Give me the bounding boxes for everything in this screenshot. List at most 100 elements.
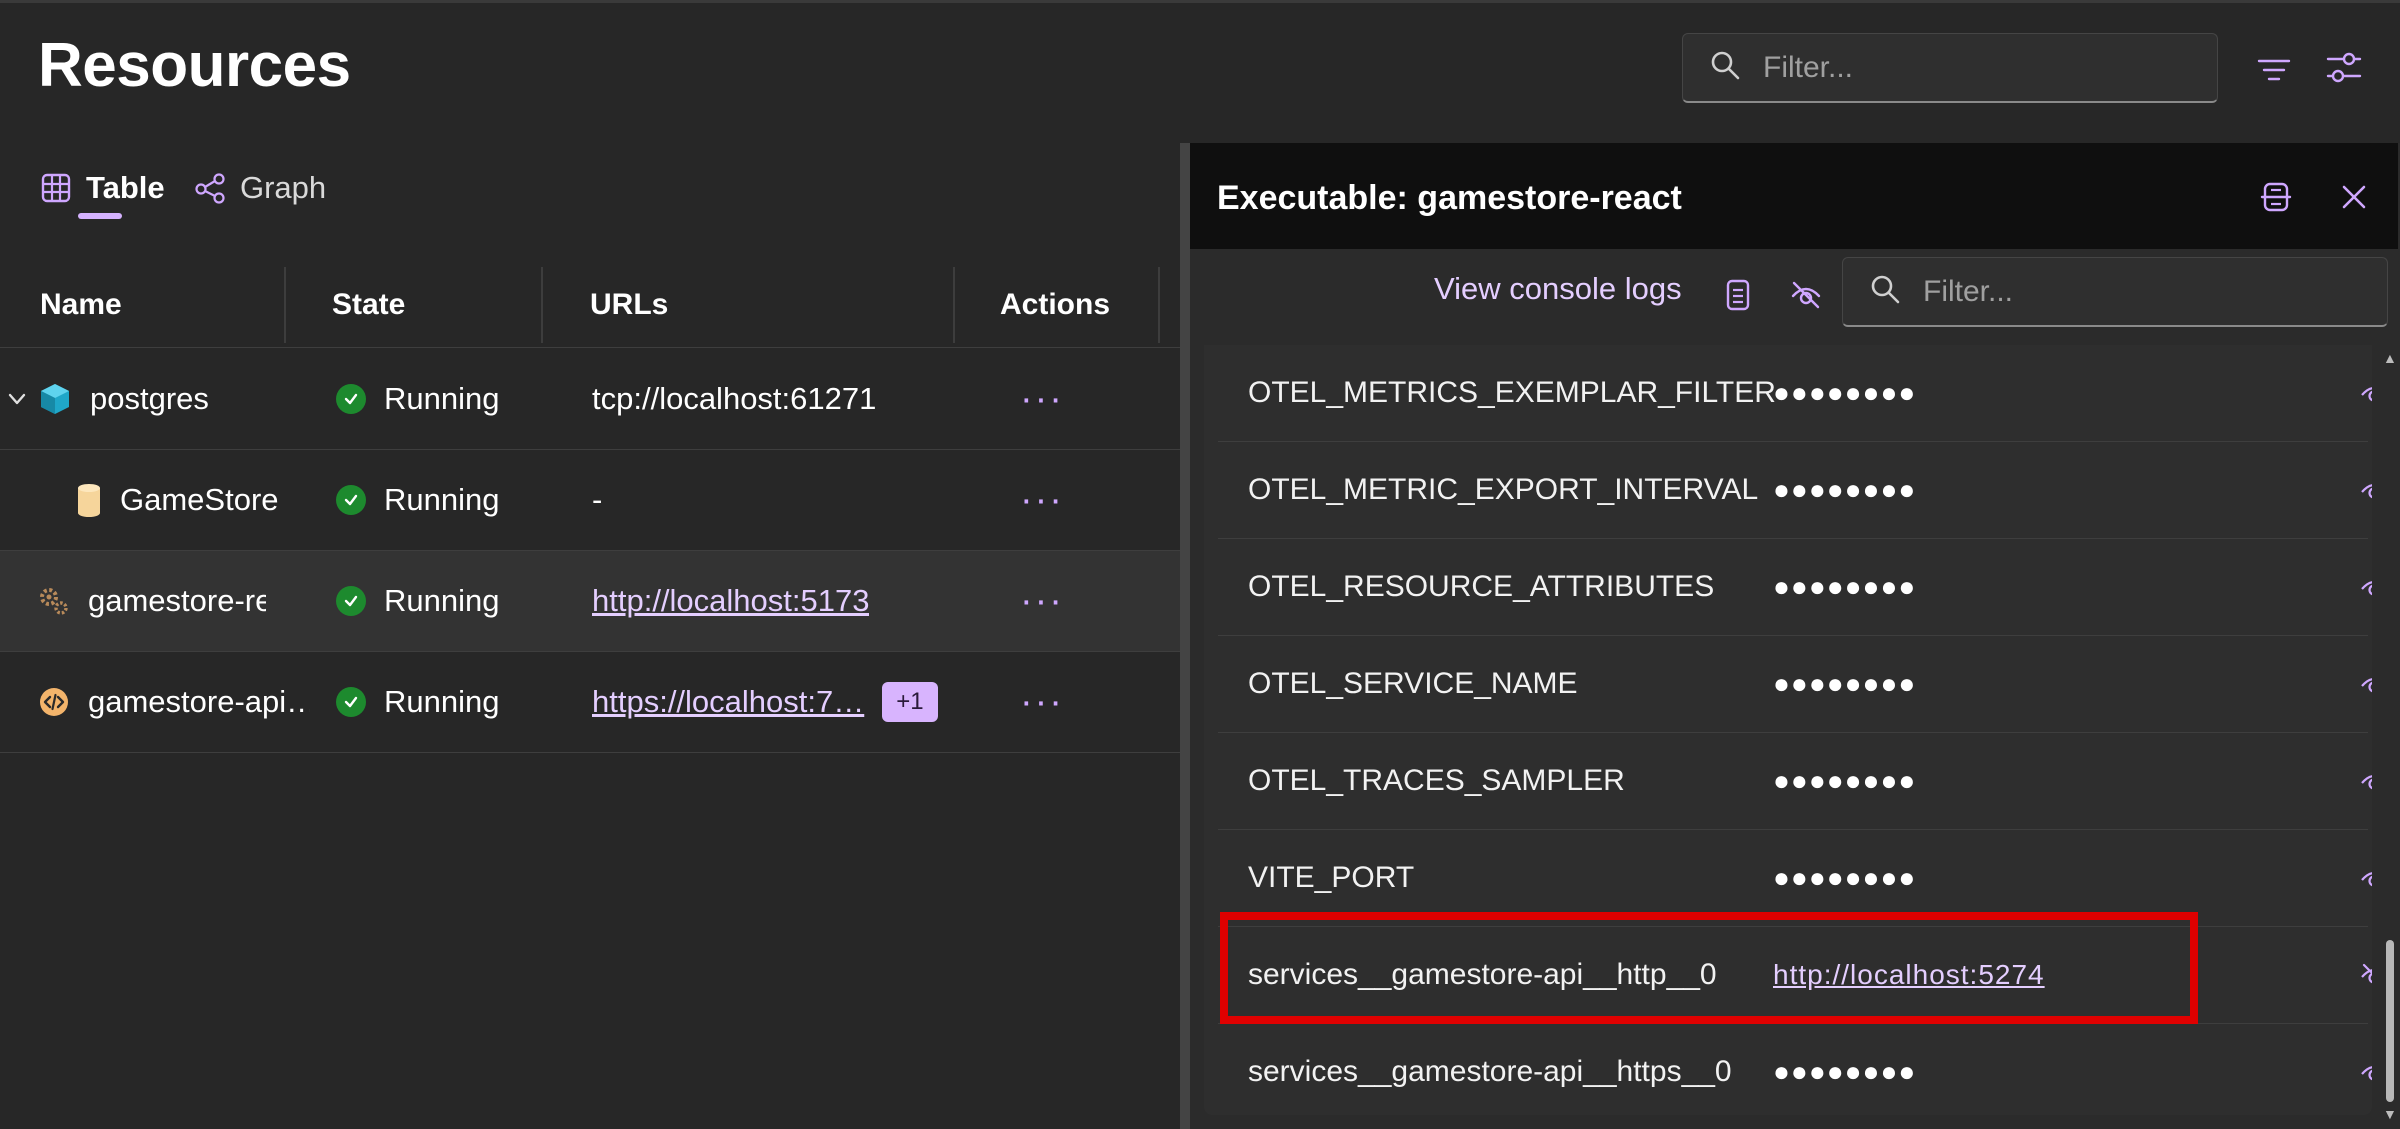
tab-table[interactable]: Table xyxy=(40,166,165,210)
resource-state: Running xyxy=(384,482,500,517)
env-var-name: OTEL_RESOURCE_ATTRIBUTES xyxy=(1248,570,1715,603)
code-icon xyxy=(38,686,70,718)
close-icon[interactable] xyxy=(2334,177,2374,217)
env-var-row-highlighted[interactable]: services__gamestore-api__http__0 http://… xyxy=(1218,927,2372,1024)
column-divider[interactable] xyxy=(541,267,543,343)
environment-variables-list: OTEL_METRICS_EXEMPLAR_FILTER ●●●●●●●● OT… xyxy=(1204,345,2372,1115)
env-var-value: ●●●●●●●● xyxy=(1773,862,1917,893)
resource-state: Running xyxy=(384,583,500,618)
running-check-icon xyxy=(336,384,366,414)
eye-icon[interactable] xyxy=(2360,767,2372,795)
env-var-value: ●●●●●●●● xyxy=(1773,377,1917,408)
actions-menu-button[interactable]: ··· xyxy=(1020,481,1064,519)
resource-filter-input[interactable] xyxy=(1763,50,2170,85)
actions-menu-button[interactable]: ··· xyxy=(1020,683,1064,721)
resource-url-link[interactable]: http://localhost:5173 xyxy=(592,583,869,619)
env-var-value: ●●●●●●●● xyxy=(1773,474,1917,505)
resource-state: Running xyxy=(384,381,500,416)
eye-icon[interactable] xyxy=(2360,476,2372,504)
running-check-icon xyxy=(336,485,366,515)
view-console-logs-link[interactable]: View console logs xyxy=(1434,271,1682,307)
env-var-value-link[interactable]: http://localhost:5274 xyxy=(1773,959,2045,991)
env-filter-input[interactable] xyxy=(1923,274,2338,309)
resources-grid-header: Name State URLs Actions xyxy=(0,262,1180,348)
env-var-name: OTEL_SERVICE_NAME xyxy=(1248,667,1578,700)
table-row[interactable]: postgres Running tcp://localhost:61271 ·… xyxy=(0,349,1180,450)
env-var-name: OTEL_TRACES_SAMPLER xyxy=(1248,764,1625,797)
env-var-value: ●●●●●●●● xyxy=(1773,668,1917,699)
env-var-row[interactable]: OTEL_RESOURCE_ATTRIBUTES ●●●●●●●● xyxy=(1218,539,2372,636)
column-header-actions[interactable]: Actions xyxy=(1000,262,1110,348)
panel-header: Executable: gamestore-react xyxy=(1190,143,2398,249)
page-title: Resources xyxy=(38,31,351,100)
resource-filter-field[interactable] xyxy=(1682,33,2218,103)
filter-icon[interactable] xyxy=(2254,50,2294,90)
eye-icon[interactable] xyxy=(2360,573,2372,601)
tab-graph[interactable]: Graph xyxy=(194,166,326,210)
column-header-state[interactable]: State xyxy=(332,262,405,348)
env-var-value: ●●●●●●●● xyxy=(1773,571,1917,602)
column-divider[interactable] xyxy=(1158,267,1160,343)
tab-table-label: Table xyxy=(86,170,165,205)
scroll-up-arrow-icon[interactable]: ▲ xyxy=(2383,350,2397,366)
document-icon[interactable] xyxy=(1720,275,1756,315)
env-list-scrollbar[interactable]: ▲ ▼ xyxy=(2382,350,2400,1129)
panel-splitter[interactable] xyxy=(1180,143,1190,1129)
actions-menu-button[interactable]: ··· xyxy=(1020,582,1064,620)
actions-menu-button[interactable]: ··· xyxy=(1020,380,1064,418)
more-urls-badge[interactable]: +1 xyxy=(882,682,938,722)
resource-url: - xyxy=(592,482,603,517)
env-var-row[interactable]: OTEL_SERVICE_NAME ●●●●●●●● xyxy=(1218,636,2372,733)
env-var-row[interactable]: VITE_PORT ●●●●●●●● xyxy=(1218,830,2372,927)
eye-icon[interactable] xyxy=(2360,864,2372,892)
running-check-icon xyxy=(336,687,366,717)
env-var-value: ●●●●●●●● xyxy=(1773,1056,1917,1087)
panel-title: Executable: gamestore-react xyxy=(1217,179,1682,217)
tab-graph-label: Graph xyxy=(240,170,327,205)
settings-sliders-icon[interactable] xyxy=(2324,48,2364,88)
resource-name[interactable]: gamestore-api… xyxy=(88,684,310,720)
toggle-layout-icon[interactable] xyxy=(2256,177,2296,217)
table-row[interactable]: gamestore-api… Running https://localhost… xyxy=(0,652,1180,753)
env-var-row[interactable]: OTEL_METRICS_EXEMPLAR_FILTER ●●●●●●●● xyxy=(1218,345,2372,442)
column-divider[interactable] xyxy=(953,267,955,343)
resource-url-link[interactable]: https://localhost:7… xyxy=(592,684,864,720)
env-var-row[interactable]: OTEL_METRIC_EXPORT_INTERVAL ●●●●●●●● xyxy=(1218,442,2372,539)
env-var-value: ●●●●●●●● xyxy=(1773,765,1917,796)
table-icon xyxy=(40,172,72,204)
env-filter-field[interactable] xyxy=(1842,257,2388,327)
eye-off-icon[interactable] xyxy=(1786,275,1826,315)
env-var-row[interactable]: services__gamestore-api__https__0 ●●●●●●… xyxy=(1218,1024,2372,1115)
eye-icon[interactable] xyxy=(2360,670,2372,698)
window-top-border xyxy=(0,0,2400,3)
env-var-name: services__gamestore-api__https__0 xyxy=(1248,1055,1732,1088)
resource-name[interactable]: GameStore xyxy=(120,482,279,518)
env-var-name: VITE_PORT xyxy=(1248,861,1415,894)
scroll-down-arrow-icon[interactable]: ▼ xyxy=(2383,1106,2397,1122)
table-row[interactable]: GameStore Running - ··· xyxy=(0,450,1180,551)
container-icon xyxy=(38,382,72,416)
resource-name[interactable]: postgres xyxy=(90,381,209,417)
search-icon xyxy=(1709,49,1741,86)
env-var-name: OTEL_METRICS_EXEMPLAR_FILTER xyxy=(1248,376,1776,409)
column-header-name[interactable]: Name xyxy=(40,262,122,348)
column-header-urls[interactable]: URLs xyxy=(590,262,668,348)
env-var-name: services__gamestore-api__http__0 xyxy=(1248,958,1717,991)
search-icon xyxy=(1869,273,1901,310)
resource-name[interactable]: gamestore-react xyxy=(88,583,266,619)
eye-icon[interactable] xyxy=(2360,379,2372,407)
eye-icon[interactable] xyxy=(2360,1058,2372,1086)
gears-icon xyxy=(38,585,70,617)
eye-off-icon[interactable] xyxy=(2360,961,2372,989)
active-tab-indicator xyxy=(78,213,122,219)
scrollbar-thumb[interactable] xyxy=(2386,940,2394,1102)
table-row-selected[interactable]: gamestore-react Running http://localhost… xyxy=(0,551,1180,652)
column-divider[interactable] xyxy=(284,267,286,343)
chevron-down-icon[interactable] xyxy=(6,349,28,449)
resource-details-panel: Executable: gamestore-react View console… xyxy=(1190,143,2400,1129)
running-check-icon xyxy=(336,586,366,616)
env-var-row[interactable]: OTEL_TRACES_SAMPLER ●●●●●●●● xyxy=(1218,733,2372,830)
env-var-name: OTEL_METRIC_EXPORT_INTERVAL xyxy=(1248,473,1759,506)
database-icon xyxy=(76,483,102,517)
resource-state: Running xyxy=(384,684,500,719)
